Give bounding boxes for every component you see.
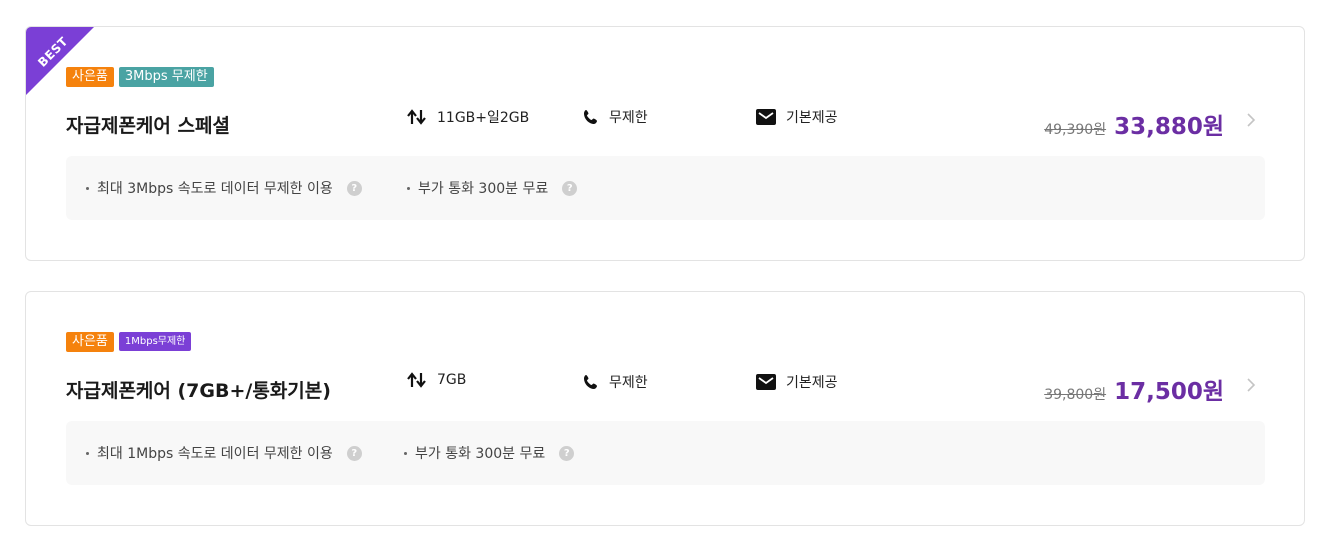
envelope-icon — [756, 374, 776, 390]
original-price: 49,390원 — [1044, 122, 1107, 138]
original-price: 39,800원 — [1044, 387, 1107, 403]
bullet-icon — [86, 451, 89, 455]
bullet-icon — [86, 186, 89, 190]
plan-name: 자급제폰케어 스페셜 — [66, 115, 230, 137]
data-amount: 11GB+일2GB — [437, 110, 530, 126]
sms-value: 기본제공 — [786, 110, 838, 126]
chevron-right-icon[interactable] — [1246, 112, 1256, 132]
chevron-right-icon[interactable] — [1246, 377, 1256, 397]
question-circle-icon[interactable]: ? — [346, 445, 362, 461]
question-circle-icon[interactable]: ? — [559, 445, 575, 461]
speed-badge: 3Mbps 무제한 — [118, 67, 214, 87]
sms-spec: 기본제공 — [756, 372, 838, 392]
benefit-item: 최대 3Mbps 속도로 데이터 무제한 이용 ? — [86, 178, 362, 198]
question-circle-icon[interactable]: ? — [562, 180, 578, 196]
call-spec: 무제한 — [583, 107, 648, 127]
data-spec: 11GB+일2GB — [407, 107, 529, 127]
plan-card[interactable]: 사은품 1Mbps무제한 자급제폰케어 (7GB+/통화기본) 7GB 무제한 … — [25, 291, 1305, 526]
sms-value: 기본제공 — [786, 375, 838, 391]
badge-group: 사은품 3Mbps 무제한 — [66, 67, 214, 87]
sms-spec: 기본제공 — [756, 107, 838, 127]
bullet-icon — [404, 451, 407, 455]
benefit-text: 최대 3Mbps 속도로 데이터 무제한 이용 — [97, 181, 333, 197]
data-arrows-icon — [407, 372, 427, 388]
data-spec: 7GB — [407, 372, 466, 388]
sale-price: 17,500원 — [1114, 379, 1224, 405]
benefit-text: 부가 통화 300분 무료 — [415, 446, 546, 462]
benefit-text: 최대 1Mbps 속도로 데이터 무제한 이용 — [97, 446, 333, 462]
price-group: 39,800원 17,500원 — [1044, 372, 1224, 406]
phone-icon — [583, 374, 599, 390]
badge-group: 사은품 1Mbps무제한 — [66, 332, 192, 352]
call-value: 무제한 — [609, 110, 648, 126]
envelope-icon — [756, 109, 776, 125]
call-spec: 무제한 — [583, 372, 648, 392]
bullet-icon — [407, 186, 410, 190]
gift-badge: 사은품 — [66, 332, 114, 352]
benefits-box: 최대 3Mbps 속도로 데이터 무제한 이용 ? 부가 통화 300분 무료 … — [66, 156, 1265, 220]
call-value: 무제한 — [609, 375, 648, 391]
benefits-box: 최대 1Mbps 속도로 데이터 무제한 이용 ? 부가 통화 300분 무료 … — [66, 421, 1265, 485]
benefit-text: 부가 통화 300분 무료 — [418, 181, 549, 197]
sale-price: 33,880원 — [1114, 114, 1224, 140]
gift-badge: 사은품 — [66, 67, 114, 87]
phone-icon — [583, 109, 599, 125]
benefit-item: 최대 1Mbps 속도로 데이터 무제한 이용 ? — [86, 443, 362, 463]
benefit-item: 부가 통화 300분 무료 ? — [404, 443, 575, 463]
benefit-item: 부가 통화 300분 무료 ? — [407, 178, 578, 198]
plan-name: 자급제폰케어 (7GB+/통화기본) — [66, 380, 331, 402]
data-amount: 7GB — [437, 372, 467, 388]
plan-card[interactable]: BEST 사은품 3Mbps 무제한 자급제폰케어 스페셜 11GB+일2GB … — [25, 26, 1305, 261]
data-arrows-icon — [407, 109, 427, 125]
speed-badge: 1Mbps무제한 — [118, 332, 192, 351]
price-group: 49,390원 33,880원 — [1044, 107, 1224, 141]
question-circle-icon[interactable]: ? — [346, 180, 362, 196]
